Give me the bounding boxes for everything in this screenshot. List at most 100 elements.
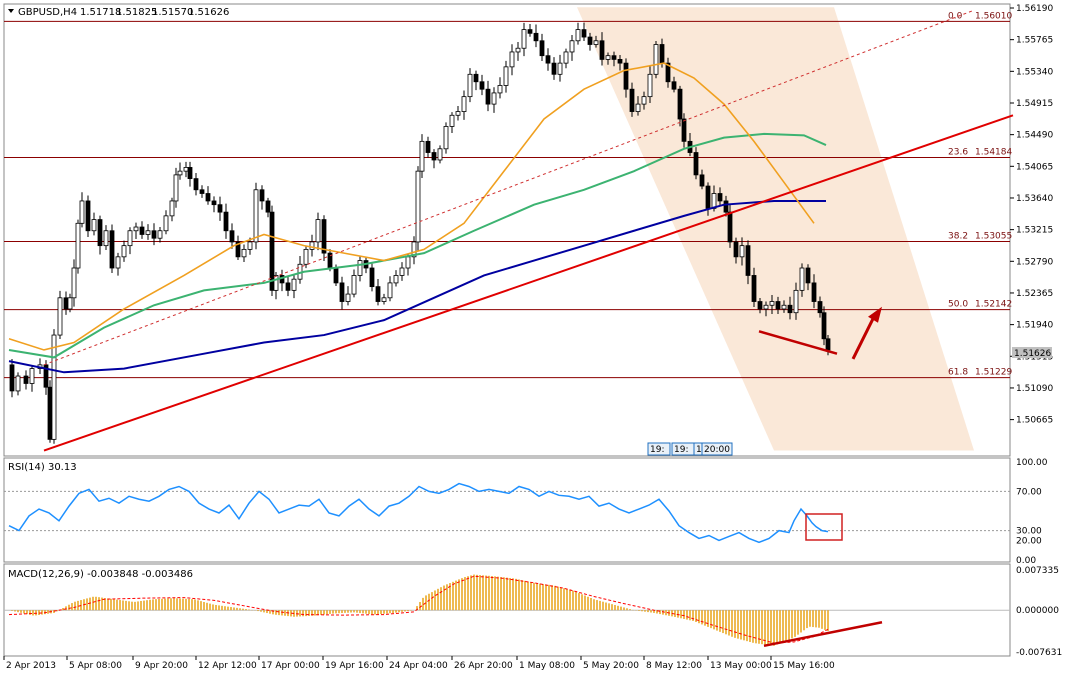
time-tick-label: 5 May 20:00 — [583, 661, 639, 671]
candle-body — [85, 200, 91, 232]
price-tick-label: 1.53215 — [1016, 226, 1053, 236]
candle-body — [405, 256, 411, 269]
candle-body — [381, 297, 387, 302]
candle-body — [587, 36, 593, 45]
time-tick-label: 15 May 16:00 — [773, 661, 835, 671]
fib-level-label: 50.0 — [948, 300, 968, 310]
time-scroll-2: 19: — [674, 445, 688, 455]
time-scroll-labels[interactable]: 19: 19: 1 20:00 — [647, 442, 733, 456]
macd-tick-label: -0.007631 — [1016, 648, 1062, 658]
price-tick-label: 1.54065 — [1016, 162, 1053, 172]
price-tick-label: 1.55765 — [1016, 36, 1053, 46]
candle-body — [91, 219, 97, 232]
fib-level-label: 23.6 — [948, 147, 968, 157]
time-tick-label: 1 May 08:00 — [519, 661, 575, 671]
time-tick-label: 12 Apr 12:00 — [198, 661, 257, 671]
candle-body — [163, 215, 169, 232]
candle-body — [229, 230, 235, 243]
candle-body — [265, 200, 271, 213]
candle-body — [479, 81, 485, 90]
candle-body — [629, 88, 635, 112]
candle-body — [671, 81, 677, 90]
candle-body — [681, 118, 687, 142]
candle-body — [551, 62, 557, 75]
candle-body — [109, 230, 115, 269]
candle-body — [775, 301, 781, 310]
candle-body — [545, 55, 551, 64]
candle-body — [635, 103, 641, 112]
fib-price-label: 1.52142 — [975, 300, 1012, 310]
candle-body — [187, 167, 193, 180]
candle-body — [393, 275, 399, 284]
candle-body — [575, 29, 581, 42]
candle-body — [71, 267, 77, 299]
candle-body — [821, 312, 827, 340]
candle-body — [825, 338, 831, 351]
fib-level-label: 38.2 — [948, 232, 968, 242]
candle-body — [151, 230, 157, 239]
candle-body — [593, 40, 599, 45]
time-scroll-3: 1 — [696, 445, 702, 455]
candle-body — [527, 29, 533, 34]
candle-body — [205, 193, 211, 202]
candle-body — [351, 275, 357, 295]
candle-body — [121, 245, 127, 258]
candle-body — [321, 219, 327, 254]
price-tick-label: 1.52790 — [1016, 257, 1053, 267]
candle-body — [727, 211, 733, 243]
candle-body — [217, 204, 223, 213]
candle-body — [497, 85, 503, 94]
candle-body — [533, 32, 539, 42]
candle-body — [605, 55, 611, 60]
candle-body — [485, 88, 491, 105]
rsi-tick-label: 0.00 — [1016, 556, 1036, 566]
candle-body — [623, 62, 629, 90]
candle-body — [557, 62, 563, 75]
candle-body — [345, 293, 351, 302]
candle-body — [415, 170, 421, 243]
candle-body — [211, 200, 217, 206]
candle-body — [617, 59, 623, 64]
candle-body — [473, 73, 479, 83]
candle-body — [425, 140, 431, 153]
candle-body — [449, 114, 455, 127]
candle-body — [97, 219, 103, 247]
time-tick-label: 26 Apr 20:00 — [454, 661, 513, 671]
candle-body — [339, 282, 345, 302]
candle-body — [705, 185, 711, 209]
macd-tick-label: 0.000000 — [1016, 606, 1059, 616]
rsi-tick-label: 70.00 — [1016, 487, 1042, 497]
candle-body — [173, 174, 179, 202]
candle-body — [467, 73, 473, 98]
macd-tick-label: 0.007335 — [1016, 566, 1059, 576]
candle-body — [259, 189, 265, 202]
candle-body — [647, 73, 653, 98]
rsi-tick-label: 30.00 — [1016, 527, 1042, 537]
time-tick-label: 2 Apr 2013 — [6, 661, 56, 671]
candle-body — [23, 375, 29, 384]
symbol-label: GBPUSD,H4 — [18, 7, 77, 18]
candle-body — [539, 40, 545, 57]
price-tick-label: 1.51940 — [1016, 321, 1053, 331]
rsi-pane[interactable] — [3, 457, 1011, 563]
candle-body — [291, 278, 297, 291]
candle-body — [503, 66, 509, 86]
candle-body — [599, 40, 605, 60]
candle-body — [437, 148, 443, 161]
candle-body — [103, 230, 109, 247]
candle-body — [67, 297, 73, 310]
candle-body — [133, 226, 139, 232]
candle-body — [515, 47, 521, 53]
candle-body — [199, 189, 205, 194]
candle-body — [57, 297, 63, 336]
fib-level-label: 0.0 — [948, 11, 963, 21]
candle-body — [47, 386, 53, 440]
candle-body — [333, 267, 339, 284]
candle-body — [817, 301, 823, 314]
candle-body — [699, 174, 705, 187]
candle-body — [315, 219, 321, 243]
candle-body — [733, 241, 739, 258]
rsi-header: RSI(14) 30.13 — [8, 462, 77, 473]
candle-body — [769, 301, 775, 306]
fib-price-label: 1.56010 — [975, 11, 1012, 21]
